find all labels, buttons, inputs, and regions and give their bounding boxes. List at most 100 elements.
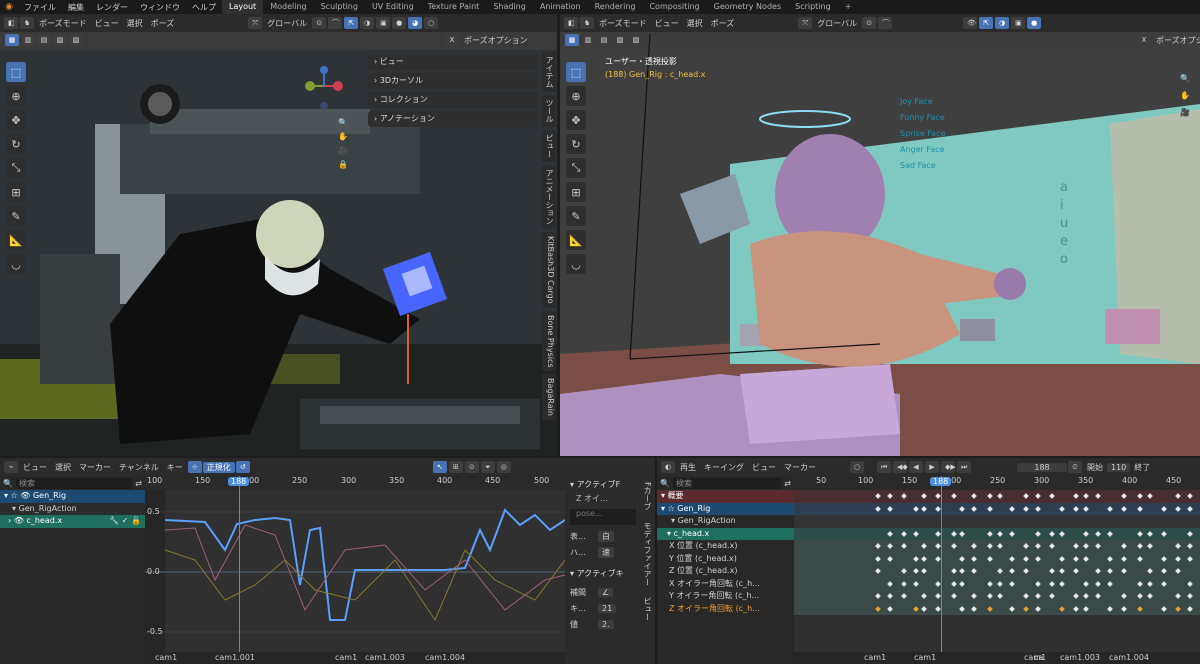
ds-current-frame[interactable]: 188 xyxy=(930,477,952,486)
keyframe-marker[interactable] xyxy=(1175,505,1181,512)
keyframe-marker[interactable] xyxy=(875,505,881,512)
transform-tool-icon-right[interactable]: ⊞ xyxy=(566,182,586,202)
swap-icon[interactable]: ⇄ xyxy=(135,479,142,488)
record-icon[interactable]: ○ xyxy=(850,461,864,473)
keyframe-marker[interactable] xyxy=(921,555,927,562)
active-fcurve-header[interactable]: ▾ アクティブF xyxy=(570,479,636,493)
keyframe-marker[interactable] xyxy=(901,530,907,537)
tab-animation[interactable]: Animation xyxy=(533,0,588,14)
graph-marker-cam1-a[interactable]: cam1 xyxy=(155,653,177,662)
tab-bagarain[interactable]: BagaRain xyxy=(542,374,556,421)
keyframe-marker[interactable] xyxy=(987,593,993,599)
keyframe-marker[interactable] xyxy=(887,555,893,562)
keyframe-marker[interactable] xyxy=(935,505,941,512)
keyframe-marker[interactable] xyxy=(1137,580,1143,587)
keyframe-marker[interactable] xyxy=(1161,605,1167,612)
tab-tool[interactable]: ツール xyxy=(542,95,556,127)
keyframe-marker[interactable] xyxy=(951,580,957,587)
keyframe-marker[interactable] xyxy=(1059,530,1065,537)
keyframe-marker[interactable] xyxy=(1147,580,1153,587)
proportional-icon[interactable]: ◎ xyxy=(496,461,511,473)
graph-menu-select[interactable]: 選択 xyxy=(51,462,75,473)
fcurve-plot[interactable] xyxy=(145,490,565,652)
keyframe-marker[interactable] xyxy=(875,605,881,612)
graph-marker-cam1-b[interactable]: cam1 xyxy=(335,653,357,662)
move-tool-icon[interactable]: ✥ xyxy=(6,110,26,130)
keyframe-marker[interactable] xyxy=(875,543,881,549)
keyframe-marker[interactable] xyxy=(921,568,927,574)
keyframe-marker[interactable] xyxy=(921,593,927,599)
ds-marker-cam1-a[interactable]: cam1 xyxy=(864,653,886,662)
keyframe-marker[interactable] xyxy=(887,530,893,537)
keyframe-marker[interactable] xyxy=(1023,505,1029,512)
keyframe-marker[interactable] xyxy=(1083,505,1089,512)
keyframe-marker[interactable] xyxy=(921,543,927,549)
keyframe-marker[interactable] xyxy=(1121,505,1127,512)
keyframe-marker[interactable] xyxy=(1035,555,1041,562)
graph-menu-view[interactable]: ビュー xyxy=(19,462,51,473)
keyframe-marker[interactable] xyxy=(1049,493,1055,499)
tab-bone-physics[interactable]: Bone Physics xyxy=(542,310,556,372)
auto-normalize-icon[interactable]: ↺ xyxy=(235,461,250,473)
panel-annotation[interactable]: › アノテーション xyxy=(368,111,538,127)
keyframe-marker[interactable] xyxy=(1187,505,1193,512)
tab-compositing[interactable]: Compositing xyxy=(642,0,706,14)
keyframe-marker[interactable] xyxy=(1073,568,1079,574)
ds-menu-playback[interactable]: 再生 xyxy=(676,462,700,473)
nav-gizmo-left[interactable] xyxy=(302,64,348,114)
keyframe-marker[interactable] xyxy=(901,543,907,549)
keyframe-marker[interactable] xyxy=(1107,605,1113,612)
ds-row-c-head[interactable]: ▾ c_head.x xyxy=(657,527,794,540)
keyframe-marker[interactable] xyxy=(1187,605,1193,612)
keyframe-marker[interactable] xyxy=(1121,493,1127,499)
keyframe-marker[interactable] xyxy=(1083,530,1089,537)
keyframe-marker[interactable] xyxy=(921,605,927,612)
keyframe-marker[interactable] xyxy=(1147,593,1153,599)
keyframe-marker[interactable] xyxy=(1023,543,1029,549)
select-box-tool-icon-right[interactable]: ⬚ xyxy=(566,62,586,82)
scale-tool-icon-right[interactable]: ⤡ xyxy=(566,158,586,178)
keyframe-marker[interactable] xyxy=(901,493,907,499)
tab-geometry-nodes[interactable]: Geometry Nodes xyxy=(707,0,788,14)
keyframe-marker[interactable] xyxy=(1009,530,1015,537)
tab-layout[interactable]: Layout xyxy=(222,0,264,14)
keyframe-marker[interactable] xyxy=(1121,593,1127,599)
hand-pan-icon-right[interactable]: ✋ xyxy=(1180,91,1190,100)
ds-keyframe-area[interactable]: 50 100 150 200 250 300 350 400 450 188 c… xyxy=(794,476,1200,664)
keyframe-marker[interactable] xyxy=(1035,593,1041,599)
keyframe-marker[interactable] xyxy=(1187,593,1193,599)
keyframe-marker[interactable] xyxy=(1107,580,1113,587)
keyframe-marker[interactable] xyxy=(887,593,893,599)
keyframe-marker[interactable] xyxy=(913,568,919,574)
keyframe-marker[interactable] xyxy=(1107,505,1113,512)
keyframe-marker[interactable] xyxy=(1175,568,1181,574)
only-selected-icon[interactable]: ⊞ xyxy=(448,461,463,473)
select-box-tool-icon[interactable]: ⬚ xyxy=(6,62,26,82)
keyframe-marker[interactable] xyxy=(1023,593,1029,599)
keyframe-marker[interactable] xyxy=(1121,555,1127,562)
filter-icon[interactable]: ⏷ xyxy=(480,461,495,473)
viewport-right[interactable]: ◧ ♞ ポーズモード ビュー 選択 ポーズ ⤧ グローバル ⊙ ⌒ 👁 ⇱ ◑ … xyxy=(560,14,1200,456)
ds-menu-marker[interactable]: マーカー xyxy=(780,462,820,473)
keyframe-marker[interactable] xyxy=(1009,555,1015,562)
ds-menu-keying[interactable]: キーイング xyxy=(700,462,748,473)
cursor-select-icon[interactable]: ↖ xyxy=(432,461,447,473)
keyframe-marker[interactable] xyxy=(913,555,919,562)
keyframe-marker[interactable] xyxy=(1107,530,1113,537)
keyframe-marker[interactable] xyxy=(913,505,919,512)
ds-swap-icon[interactable]: ⇄ xyxy=(784,479,791,488)
keyframe-marker[interactable] xyxy=(887,580,893,587)
keyframe-marker[interactable] xyxy=(951,493,957,499)
keyframe-marker[interactable] xyxy=(1035,505,1041,512)
key-frame-field[interactable]: 21 xyxy=(598,603,617,613)
ds-keyframes[interactable] xyxy=(794,490,1200,616)
panel-view[interactable]: › ビュー xyxy=(368,54,538,70)
keyframe-marker[interactable] xyxy=(951,568,957,574)
graph-search-field[interactable]: 検索 xyxy=(15,477,133,489)
keyframe-marker[interactable] xyxy=(921,505,927,512)
rotate-tool-icon[interactable]: ↻ xyxy=(6,134,26,154)
keyframe-marker[interactable] xyxy=(901,568,907,574)
tab-sculpting[interactable]: Sculpting xyxy=(314,0,365,14)
keyframe-marker[interactable] xyxy=(959,530,965,537)
ds-row-z-loc[interactable]: Z 位置 (c_head.x) xyxy=(657,565,794,578)
